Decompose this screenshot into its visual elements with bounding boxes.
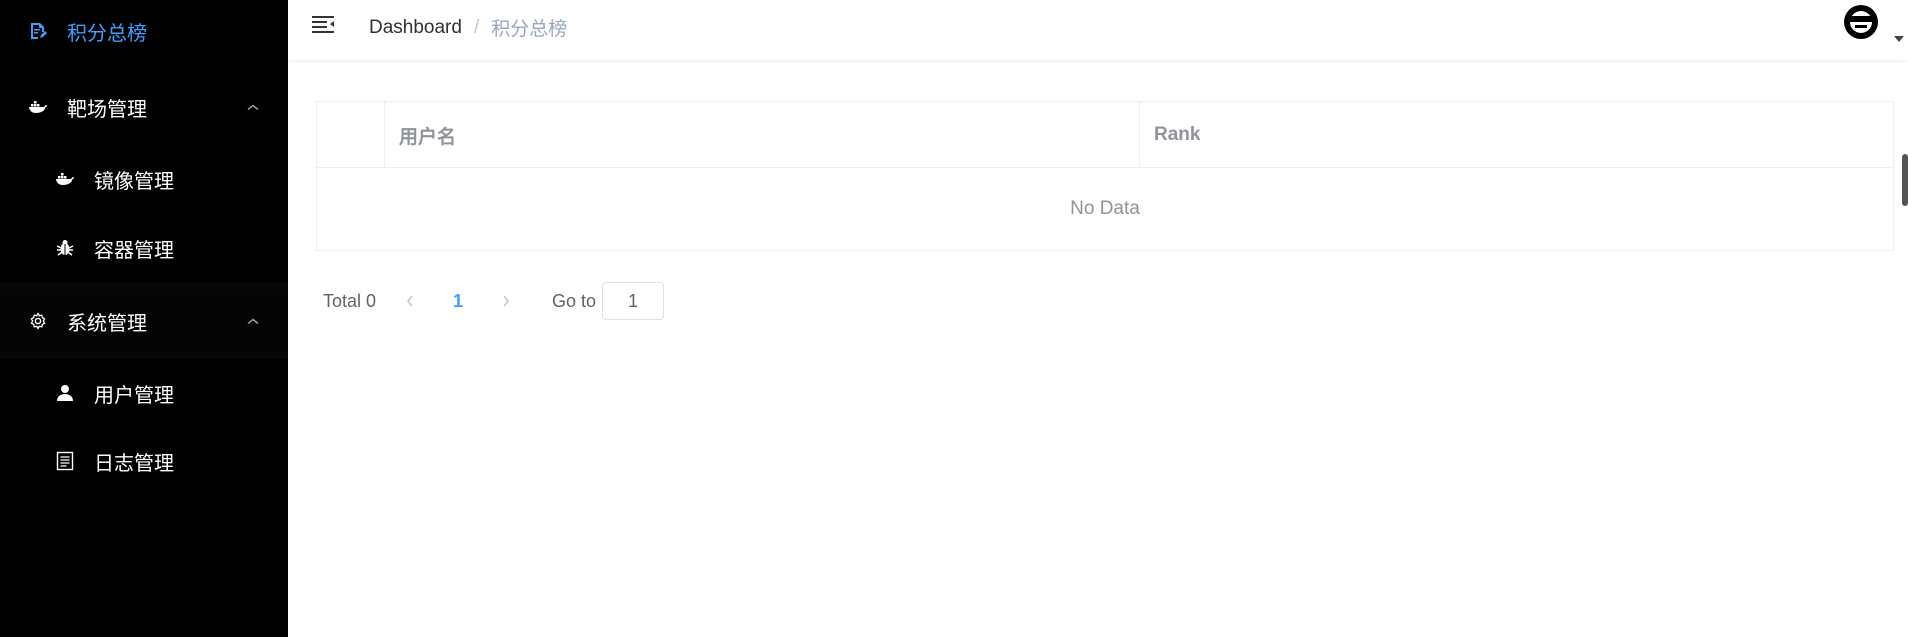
docker-icon	[27, 96, 49, 118]
pagination: Total 0 1 Go to	[323, 282, 665, 320]
sidebar-item-label: 用户管理	[94, 384, 174, 407]
sidebar-item-label: 靶场管理	[67, 98, 147, 121]
next-page-button[interactable]	[488, 283, 524, 319]
goto-label: Go to	[552, 290, 597, 311]
table-header-username[interactable]: 用户名	[385, 102, 1140, 168]
table-header-rank[interactable]: Rank	[1140, 102, 1893, 168]
chevron-left-icon	[407, 295, 413, 307]
breadcrumb-current: 积分总榜	[491, 19, 568, 40]
sidebar-item-system-management[interactable]: 系统管理	[0, 290, 288, 352]
caret-down-icon[interactable]	[1894, 36, 1904, 42]
leaderboard-table: 用户名 Rank No Data	[316, 101, 1894, 251]
scrollbar-handle[interactable]	[1902, 154, 1908, 206]
goto-page-input[interactable]	[602, 282, 665, 320]
breadcrumb-root[interactable]: Dashboard	[369, 17, 462, 39]
prev-page-button[interactable]	[392, 283, 428, 319]
bug-icon	[54, 237, 76, 259]
sidebar-item-label: 容器管理	[94, 239, 174, 262]
main-content: Dashboard / 积分总榜 用户名 Rank No Data Total …	[288, 0, 1908, 637]
breadcrumb: Dashboard / 积分总榜	[369, 14, 567, 41]
chevron-up-icon	[246, 96, 260, 119]
avatar[interactable]	[1844, 5, 1878, 39]
navbar: Dashboard / 积分总榜	[288, 0, 1908, 60]
document-edit-icon	[27, 20, 49, 42]
sidebar: 积分总榜 靶场管理 镜像管理 容器管理 系统管理 用户管理 日志管理	[0, 0, 288, 637]
chevron-right-icon	[503, 295, 510, 307]
gear-icon	[27, 310, 49, 332]
sidebar-item-label: 日志管理	[94, 452, 174, 475]
table-header-selection	[317, 102, 385, 168]
docker-icon	[54, 168, 76, 190]
user-icon	[54, 382, 76, 404]
sidebar-item-leaderboard[interactable]: 积分总榜	[0, 0, 288, 62]
sidebar-item-image-management[interactable]: 镜像管理	[0, 148, 288, 210]
breadcrumb-separator: /	[473, 16, 480, 38]
sidebar-item-range-management[interactable]: 靶场管理	[0, 76, 288, 138]
pagination-goto: Go to	[552, 282, 665, 320]
chevron-up-icon	[246, 310, 260, 333]
sidebar-item-label: 积分总榜	[67, 22, 147, 45]
sidebar-item-user-management[interactable]: 用户管理	[0, 362, 288, 424]
table-empty-text: No Data	[1070, 198, 1140, 219]
sidebar-item-log-management[interactable]: 日志管理	[0, 430, 288, 492]
table-header: 用户名 Rank	[317, 102, 1893, 168]
log-icon	[54, 450, 76, 472]
sidebar-item-label: 系统管理	[67, 312, 147, 335]
page-number-button[interactable]: 1	[428, 283, 488, 319]
hamburger-icon[interactable]	[310, 12, 336, 36]
sidebar-item-label: 镜像管理	[94, 170, 174, 193]
sidebar-item-container-management[interactable]: 容器管理	[0, 217, 288, 279]
pagination-total: Total 0	[323, 290, 377, 311]
